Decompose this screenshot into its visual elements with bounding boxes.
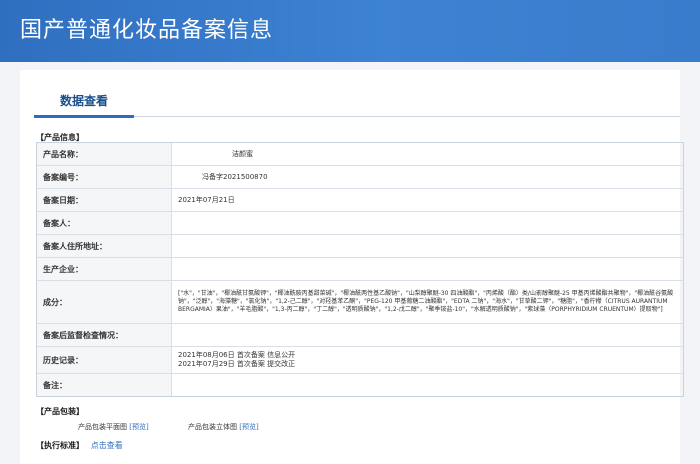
packaging-solid: 产品包装立体图 [预览]: [188, 422, 259, 432]
packaging-solid-label: 产品包装立体图: [188, 423, 237, 431]
standard-view-link[interactable]: 点击查看: [91, 441, 123, 450]
table-row: 成分： ["水"，"甘油"，"椰油酰甘氨酸钾"，"椰油酰胺丙基甜菜碱"，"椰油酰…: [37, 281, 683, 324]
filer-address-value: [172, 235, 683, 257]
row-label-manufacturer: 生产企业：: [37, 258, 172, 280]
row-label-filer: 备案人：: [37, 212, 172, 234]
table-row: 产品名称： 洁颜蜜: [37, 143, 683, 166]
row-label-supervision: 备案后监督检查情况：: [37, 324, 172, 346]
row-label-remarks: 备注：: [37, 374, 172, 396]
table-row: 生产企业：: [37, 258, 683, 281]
row-label-product-name: 产品名称：: [37, 143, 172, 165]
remarks-value: [172, 374, 683, 396]
packaging-solid-preview-link[interactable]: [预览]: [239, 423, 258, 431]
content-panel: 数据查看 【产品信息】 产品名称： 洁颜蜜 备案编号： 冯备字202150087…: [20, 70, 684, 464]
page-header: 国产普通化妆品备案信息: [0, 0, 700, 62]
table-row: 备案人：: [37, 212, 683, 235]
table-row: 历史记录： 2021年08月06日 首次备案 信息公开 2021年07月29日 …: [37, 347, 683, 374]
history-entry: 2021年07月29日 首次备案 提交改正: [178, 360, 296, 368]
packaging-flat-preview-link[interactable]: [预览]: [129, 423, 148, 431]
filing-number-value: 冯备字2021500870: [202, 172, 268, 181]
table-row: 备案人住所地址：: [37, 235, 683, 258]
history-value: 2021年08月06日 首次备案 信息公开 2021年07月29日 首次备案 提…: [172, 347, 683, 373]
ingredients-value: ["水"，"甘油"，"椰油酰甘氨酸钾"，"椰油酰胺丙基甜菜碱"，"椰油酰两性基乙…: [178, 290, 674, 313]
packaging-flat-label: 产品包装平面图: [78, 423, 127, 431]
supervision-value: [172, 324, 683, 346]
row-label-filing-date: 备案日期：: [37, 189, 172, 211]
page-title: 国产普通化妆品备案信息: [20, 18, 274, 43]
row-label-filer-address: 备案人住所地址：: [37, 235, 172, 257]
table-row: 备案日期： 2021年07月21日: [37, 189, 683, 212]
filing-date-value: 2021年07月21日: [178, 195, 235, 204]
row-label-ingredients: 成分：: [37, 281, 172, 323]
product-info-table: 产品名称： 洁颜蜜 备案编号： 冯备字2021500870 备案日期： 2021…: [36, 142, 684, 397]
table-row: 备案编号： 冯备字2021500870: [37, 166, 683, 189]
packaging-flat: 产品包装平面图 [预览]: [78, 422, 149, 432]
manufacturer-value: [172, 258, 683, 280]
row-label-history: 历史记录：: [37, 347, 172, 373]
packaging-section-title: 【产品包装】: [36, 407, 84, 416]
filer-value: [172, 212, 683, 234]
tab-active-indicator: [34, 115, 134, 118]
table-row: 备注：: [37, 374, 683, 396]
tab-data-view[interactable]: 数据查看: [34, 86, 134, 116]
row-label-filing-number: 备案编号：: [37, 166, 172, 188]
product-name-value: 洁颜蜜: [232, 149, 253, 158]
standard-section-title: 【执行标准】 点击查看: [36, 440, 123, 451]
history-entry: 2021年08月06日 首次备案 信息公开: [178, 351, 296, 359]
standard-section-label: 【执行标准】: [36, 441, 84, 450]
table-row: 备案后监督检查情况：: [37, 324, 683, 347]
